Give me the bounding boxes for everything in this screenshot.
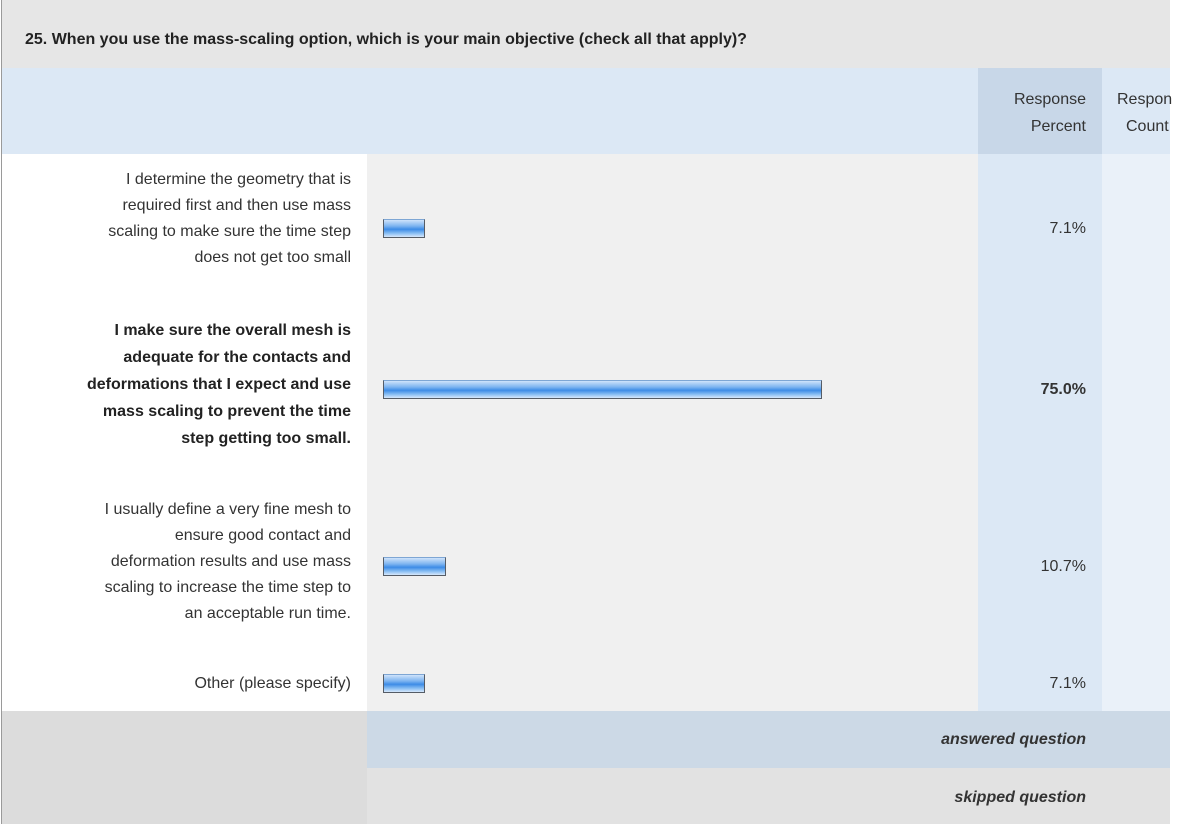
response-percent-header: Response Percent xyxy=(978,86,1086,140)
answered-question-label: answered question xyxy=(941,731,1086,748)
response-percent-value: 7.1% xyxy=(1049,220,1086,237)
question-title: 25. When you use the mass-scaling option… xyxy=(25,31,747,48)
response-bar xyxy=(383,219,425,238)
answer-label: I determine the geometry that is required… xyxy=(10,167,351,271)
answer-label: Other (please specify) xyxy=(10,671,351,697)
response-bar xyxy=(383,557,446,576)
count-column xyxy=(1102,154,1170,711)
response-bar xyxy=(383,380,822,399)
answer-label-line: I usually define a very fine mesh to xyxy=(104,501,351,518)
response-count-header-line2: Count xyxy=(1126,118,1169,135)
question-header: 25. When you use the mass-scaling option… xyxy=(2,0,1170,68)
response-count-header-line1: Response xyxy=(1117,91,1172,108)
answer-label: I make sure the overall mesh is adequate … xyxy=(10,317,351,452)
response-percent-value: 7.1% xyxy=(1049,675,1086,692)
answer-label-line: does not get too small xyxy=(194,249,351,266)
answer-label-line: adequate for the contacts and xyxy=(123,349,351,366)
response-percent-header-line2: Percent xyxy=(1030,118,1086,135)
answer-label-line: deformation results and use mass xyxy=(110,553,351,570)
answer-label-line: mass scaling to prevent the time xyxy=(102,403,351,420)
response-percent-value: 10.7% xyxy=(1040,558,1086,575)
survey-question-panel: 25. When you use the mass-scaling option… xyxy=(1,0,1177,824)
answer-label-line: I make sure the overall mesh is xyxy=(114,322,351,339)
answer-label-line: ensure good contact and xyxy=(174,527,351,544)
response-percent-value: 75.0% xyxy=(1040,381,1086,398)
answer-label-line: scaling to make sure the time step xyxy=(108,223,351,240)
bar-area xyxy=(367,154,978,711)
answer-label-line: step getting too small. xyxy=(181,430,351,447)
response-count-header: Response Count xyxy=(1102,86,1172,140)
answer-label: I usually define a very fine mesh to ensu… xyxy=(10,497,351,627)
answer-label-line: required first and then use mass xyxy=(122,197,351,214)
answer-label-line: an acceptable run time. xyxy=(184,605,351,622)
answer-label-line: Other (please specify) xyxy=(194,675,351,692)
skipped-question-label: skipped question xyxy=(954,789,1086,806)
response-percent-header-line1: Response xyxy=(1013,91,1086,108)
answer-label-line: I determine the geometry that is xyxy=(126,171,351,188)
answer-label-line: deformations that I expect and use xyxy=(86,376,351,393)
answer-label-line: scaling to increase the time step to xyxy=(104,579,351,596)
footer-left xyxy=(2,711,367,824)
response-bar xyxy=(383,674,425,693)
